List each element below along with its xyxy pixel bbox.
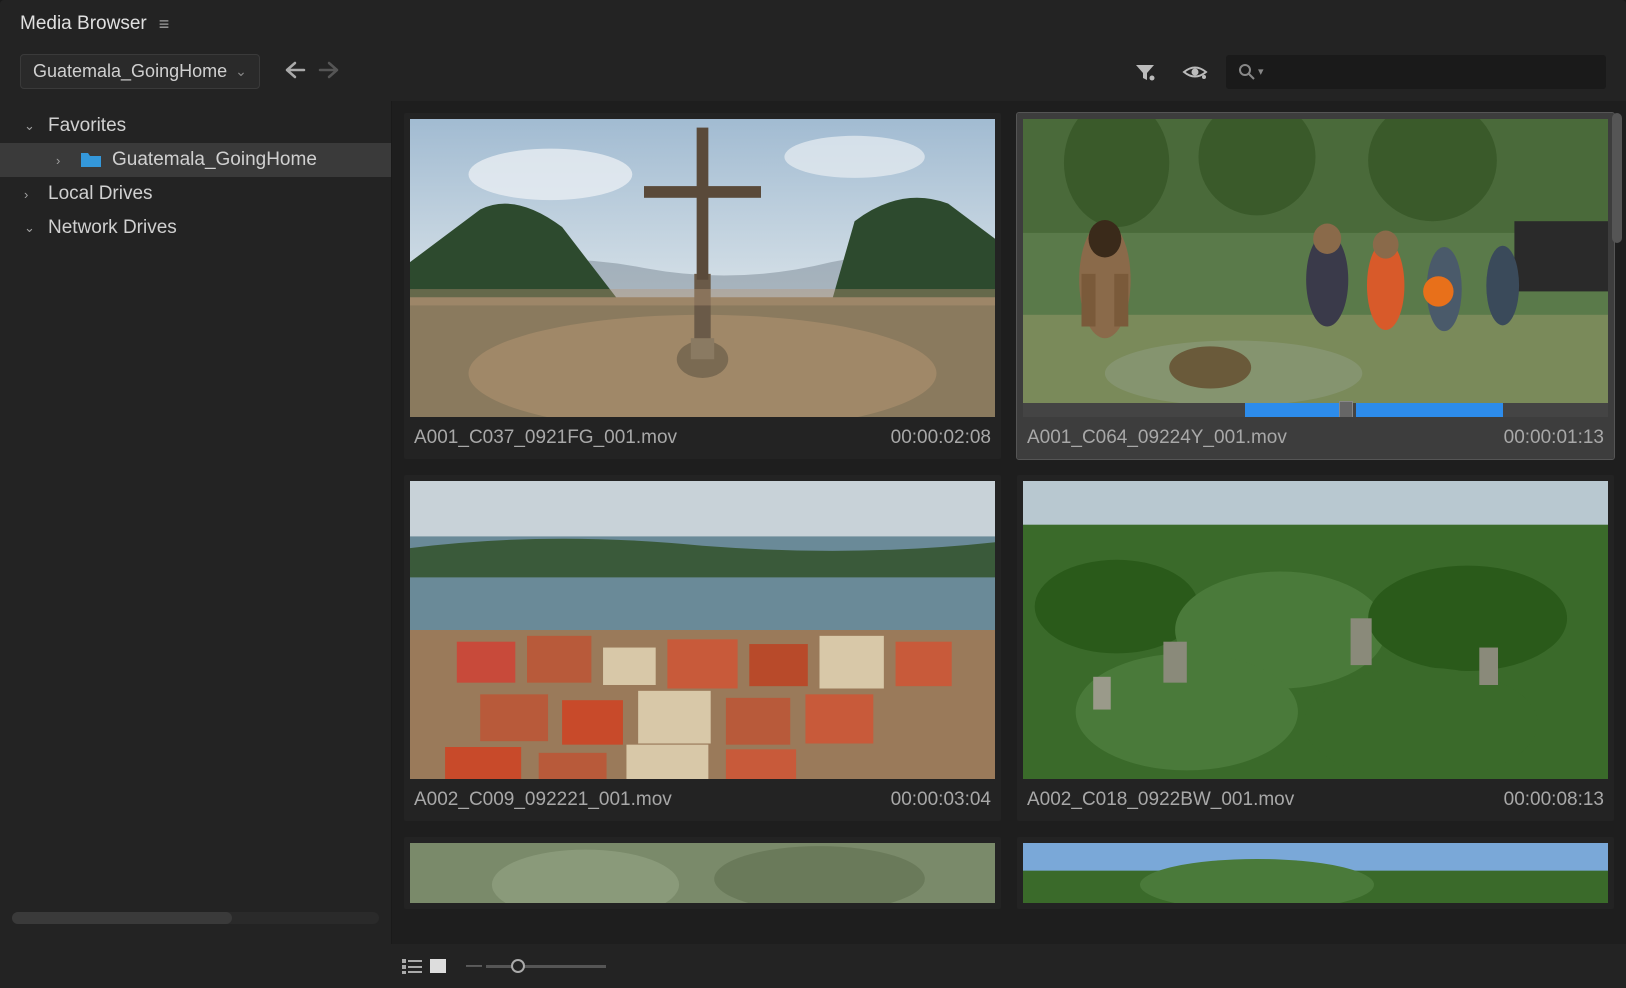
grid-scrollbar[interactable] <box>1612 113 1622 243</box>
thumbnail-view-button[interactable] <box>426 956 450 976</box>
folder-icon <box>80 151 102 169</box>
scrub-bar[interactable] <box>1023 403 1608 417</box>
zoom-handle[interactable] <box>511 959 525 973</box>
media-browser-panel: Media Browser ≡ Guatemala_GoingHome ⌄ ▾ <box>0 0 1626 988</box>
search-icon <box>1238 63 1256 81</box>
clip-thumbnail[interactable] <box>410 481 995 779</box>
chevron-right-icon: › <box>56 153 70 168</box>
sidebar-item-local-drives[interactable]: › Local Drives <box>0 177 391 211</box>
clip-card[interactable] <box>1017 837 1614 909</box>
clip-duration: 00:00:01:13 <box>1504 427 1604 449</box>
search-box[interactable]: ▾ <box>1226 55 1606 89</box>
sidebar-scrollbar[interactable] <box>12 912 379 924</box>
search-input[interactable] <box>1270 63 1594 81</box>
zoom-slider[interactable]: — <box>466 957 606 975</box>
toolbar: Guatemala_GoingHome ⌄ ▾ <box>0 48 1626 101</box>
sidebar-item-folder[interactable]: › Guatemala_GoingHome <box>0 143 391 177</box>
clip-meta: A001_C037_0921FG_001.mov 00:00:02:08 <box>410 417 995 453</box>
clip-name: A002_C018_0922BW_001.mov <box>1027 789 1294 811</box>
clip-meta: A002_C009_092221_001.mov 00:00:03:04 <box>410 779 995 815</box>
clip-card[interactable]: A002_C009_092221_001.mov 00:00:03:04 <box>404 475 1001 821</box>
playhead[interactable] <box>1339 401 1353 417</box>
clip-name: A001_C037_0921FG_001.mov <box>414 427 677 449</box>
panel-header: Media Browser ≡ <box>0 0 1626 48</box>
sidebar-item-network-drives[interactable]: ⌄ Network Drives <box>0 211 391 245</box>
search-dropdown-icon: ▾ <box>1258 65 1264 78</box>
panel-menu-icon[interactable]: ≡ <box>159 14 170 35</box>
sidebar-item-label: Guatemala_GoingHome <box>112 149 317 171</box>
scrollbar-thumb[interactable] <box>12 912 232 924</box>
eye-icon[interactable] <box>1174 59 1216 85</box>
clip-card[interactable] <box>404 837 1001 909</box>
sidebar-item-label: Favorites <box>48 115 126 137</box>
path-dropdown[interactable]: Guatemala_GoingHome ⌄ <box>20 54 260 89</box>
chevron-right-icon: › <box>24 187 38 202</box>
sidebar-item-favorites[interactable]: ⌄ Favorites <box>0 109 391 143</box>
clip-name: A002_C009_092221_001.mov <box>414 789 672 811</box>
clip-duration: 00:00:08:13 <box>1504 789 1604 811</box>
zoom-track[interactable] <box>486 965 606 968</box>
forward-button[interactable] <box>314 57 344 87</box>
clip-meta: A002_C018_0922BW_001.mov 00:00:08:13 <box>1023 779 1608 815</box>
sidebar-item-label: Network Drives <box>48 217 177 239</box>
clip-thumbnail[interactable] <box>1023 843 1608 903</box>
clip-thumbnail[interactable] <box>1023 119 1608 417</box>
clip-meta: A001_C064_09224Y_001.mov 00:00:01:13 <box>1023 417 1608 453</box>
back-button[interactable] <box>280 57 310 87</box>
chevron-down-icon: ⌄ <box>24 118 38 134</box>
content-area: ⌄ Favorites › Guatemala_GoingHome › Loca… <box>0 101 1626 944</box>
clip-name: A001_C064_09224Y_001.mov <box>1027 427 1287 449</box>
sidebar-item-label: Local Drives <box>48 183 153 205</box>
zoom-minus-icon: — <box>466 957 482 975</box>
path-label: Guatemala_GoingHome <box>33 61 227 82</box>
view-toggle <box>400 956 450 976</box>
thumbnail-grid: A001_C037_0921FG_001.mov 00:00:02:08 <box>392 101 1626 944</box>
clip-card[interactable]: A001_C037_0921FG_001.mov 00:00:02:08 <box>404 113 1001 459</box>
chevron-down-icon: ⌄ <box>235 63 247 80</box>
clip-card[interactable]: A001_C064_09224Y_001.mov 00:00:01:13 <box>1017 113 1614 459</box>
clip-thumbnail[interactable] <box>410 119 995 417</box>
bottom-bar: — <box>0 944 1626 988</box>
clip-card[interactable]: A002_C018_0922BW_001.mov 00:00:08:13 <box>1017 475 1614 821</box>
filter-icon[interactable] <box>1126 58 1164 86</box>
clip-duration: 00:00:02:08 <box>891 427 991 449</box>
chevron-down-icon: ⌄ <box>24 220 38 236</box>
clip-thumbnail[interactable] <box>1023 481 1608 779</box>
nav-arrows <box>280 57 344 87</box>
panel-title: Media Browser <box>20 13 147 35</box>
list-view-button[interactable] <box>400 956 424 976</box>
clip-duration: 00:00:03:04 <box>891 789 991 811</box>
clip-thumbnail[interactable] <box>410 843 995 903</box>
sidebar: ⌄ Favorites › Guatemala_GoingHome › Loca… <box>0 101 392 944</box>
